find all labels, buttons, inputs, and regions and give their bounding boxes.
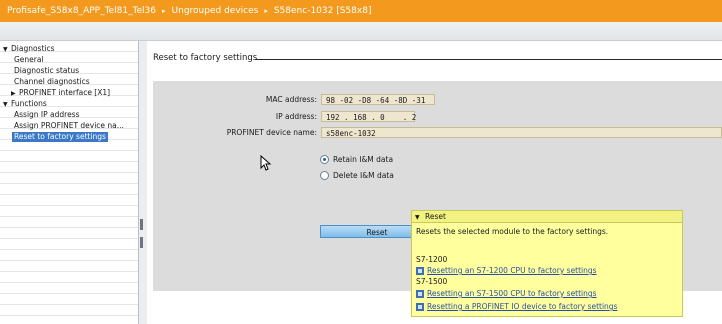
tree-gridline	[0, 172, 138, 173]
tree-gridline	[0, 227, 138, 228]
section-title: Reset to factory settings	[153, 53, 258, 63]
tree-gridline	[0, 260, 138, 261]
mac-address-label: MAC address:	[265, 95, 317, 104]
tree-item-functions[interactable]: ▼ Functions	[3, 99, 47, 109]
splitter-grip-icon[interactable]	[140, 237, 143, 248]
ip-address-label: IP address:	[275, 112, 317, 121]
toolbar-strip	[0, 22, 722, 41]
tree-item-general[interactable]: General	[14, 55, 44, 65]
breadcrumb-ungrouped-devices[interactable]: Ungrouped devices	[172, 6, 259, 16]
tree-item-reset-to-factory-settings[interactable]: Reset to factory settings	[12, 132, 108, 142]
tooltip-category-s7-1500: S7-1500	[416, 277, 448, 286]
help-link-icon	[416, 302, 424, 311]
radio-selected-icon[interactable]	[320, 155, 329, 164]
help-tooltip: ▼ Reset Resets the selected module to the…	[411, 210, 683, 317]
delete-im-data-option[interactable]: Delete I&M data	[320, 171, 394, 180]
link-reset-s7-1200[interactable]: Resetting an S7-1200 CPU to factory sett…	[427, 266, 597, 275]
help-link-icon	[416, 289, 424, 298]
splitter-grip-icon[interactable]	[140, 219, 143, 230]
breadcrumb-separator-icon: ▸	[264, 7, 268, 15]
tooltip-category-s7-1200: S7-1200	[416, 255, 448, 264]
triangle-right-icon[interactable]: ▶	[11, 89, 19, 99]
radio-unselected-icon[interactable]	[320, 171, 329, 180]
link-reset-profinet-io-device[interactable]: Resetting a PROFINET IO device to factor…	[427, 302, 617, 311]
retain-im-data-label: Retain I&M data	[333, 155, 394, 164]
breadcrumb-separator-icon: ▸	[162, 7, 166, 15]
mac-address-field: 98 -02 -D8 -64 -8D -31	[321, 94, 435, 105]
triangle-down-icon[interactable]: ▼	[3, 100, 11, 110]
tree-item-assign-ip-address[interactable]: Assign IP address	[14, 110, 80, 120]
breadcrumb: Profisafe_S58x8_APP_Tel81_Tel36 ▸ Ungrou…	[0, 0, 722, 22]
tree-gridline	[0, 282, 138, 283]
tooltip-link-item[interactable]: Resetting an S7-1200 CPU to factory sett…	[416, 266, 597, 275]
tooltip-link-item[interactable]: Resetting an S7-1500 CPU to factory sett…	[416, 289, 597, 298]
tree-gridline	[0, 150, 138, 151]
tree-item-label: PROFINET interface [X1]	[19, 88, 111, 97]
tree-gridline	[0, 216, 138, 217]
tree-item-assign-profinet-device-name[interactable]: Assign PROFINET device na...	[14, 121, 124, 131]
tree-gridline	[0, 315, 138, 316]
section-divider	[255, 59, 722, 60]
tree-gridline	[0, 238, 138, 239]
breadcrumb-project[interactable]: Profisafe_S58x8_APP_Tel81_Tel36	[7, 6, 156, 16]
delete-im-data-label: Delete I&M data	[333, 171, 394, 180]
retain-im-data-option[interactable]: Retain I&M data	[320, 155, 393, 164]
tree-gridline	[0, 183, 138, 184]
tree-item-label: Diagnostics	[11, 44, 55, 53]
navigation-tree: ▼ Diagnostics General Diagnostic status C…	[0, 41, 139, 324]
panel-splitter[interactable]	[139, 41, 147, 324]
tree-item-profinet-interface[interactable]: ▶ PROFINET interface [X1]	[11, 88, 110, 98]
tooltip-divider	[412, 222, 682, 223]
link-reset-s7-1500[interactable]: Resetting an S7-1500 CPU to factory sett…	[427, 289, 597, 298]
tree-gridline	[0, 249, 138, 250]
profinet-device-name-label: PROFINET device name:	[226, 128, 317, 137]
tree-item-channel-diagnostics[interactable]: Channel diagnostics	[14, 77, 90, 87]
tree-item-diagnostics[interactable]: ▼ Diagnostics	[3, 44, 55, 54]
tree-item-label: Functions	[11, 99, 47, 108]
tree-item-diagnostic-status[interactable]: Diagnostic status	[14, 66, 79, 76]
tree-gridline	[0, 205, 138, 206]
tooltip-description: Resets the selected module to the factor…	[416, 227, 609, 236]
tree-gridline	[0, 194, 138, 195]
help-link-icon	[416, 266, 424, 275]
tooltip-header[interactable]: ▼ Reset	[412, 211, 682, 222]
mouse-pointer-icon	[260, 155, 272, 171]
tree-gridline	[0, 304, 138, 305]
tree-gridline	[0, 293, 138, 294]
ip-address-field: 192 . 168 . 0 . 2	[321, 111, 416, 122]
breadcrumb-device[interactable]: S58enc-1032 [S58x8]	[274, 6, 372, 16]
profinet-device-name-field: s58enc-1032	[321, 127, 722, 138]
tree-gridline	[0, 271, 138, 272]
tree-gridline	[0, 161, 138, 162]
triangle-down-icon[interactable]: ▼	[3, 45, 11, 55]
tooltip-title: Reset	[425, 212, 446, 221]
tooltip-link-item[interactable]: Resetting a PROFINET IO device to factor…	[416, 302, 617, 311]
